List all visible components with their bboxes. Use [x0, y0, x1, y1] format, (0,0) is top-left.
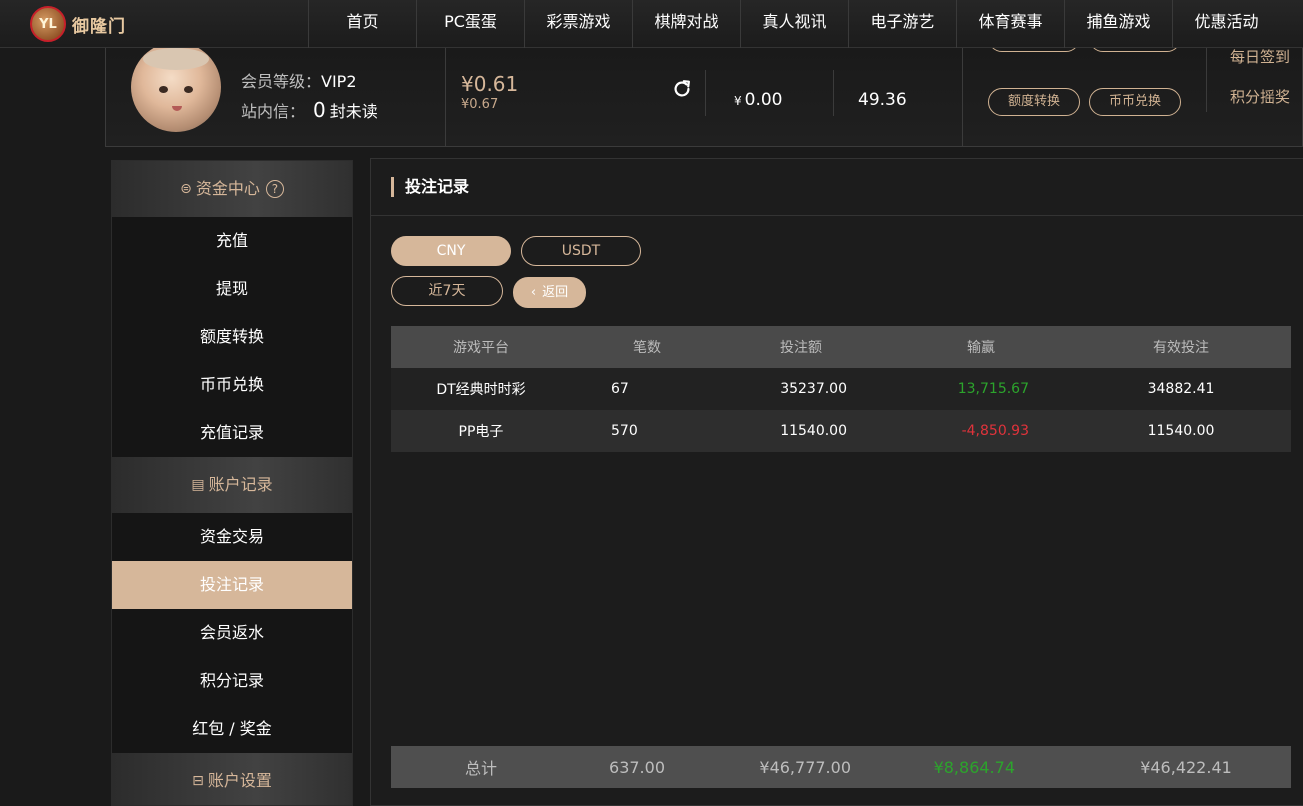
divider [833, 70, 834, 116]
sidebar-item[interactable]: 额度转换 [112, 313, 352, 361]
top-navigation: YL 御隆门 首页 PC蛋蛋 彩票游戏 棋牌对战 真人视讯 电子游艺 体育赛事 捕鱼游戏 优惠活… [0, 0, 1303, 48]
nav-item[interactable]: 电子游艺 [848, 0, 956, 48]
nav-item[interactable]: 捕鱼游戏 [1064, 0, 1172, 48]
sidebar-item[interactable]: 资金交易 [112, 513, 352, 561]
avatar-eye-right [184, 86, 193, 93]
nav-item[interactable]: 真人视讯 [740, 0, 848, 48]
section-account-settings[interactable]: ⊟ 账户设置 [112, 753, 352, 805]
tab-usdt[interactable]: USDT [521, 236, 641, 266]
logo-badge-icon: YL [30, 6, 66, 42]
chevron-left-icon: ‹ [530, 284, 537, 300]
table-totals-row: 总计 637.00 ¥46,777.00 ¥8,864.74 ¥46,422.41 [391, 746, 1291, 788]
totals-cell: 总计 [464, 759, 497, 778]
back-button[interactable]: ‹ 返回 [513, 277, 586, 308]
sidebar-item[interactable]: 提现 [112, 265, 352, 313]
divider [1206, 42, 1207, 112]
divider [962, 32, 963, 146]
help-icon[interactable]: ? [265, 180, 284, 198]
unread-count: 0 [313, 98, 326, 122]
totals-cell: ¥46,422.41 [1140, 757, 1232, 777]
divider [371, 215, 1303, 216]
avatar-mouth [172, 106, 182, 111]
column-header: 游戏平台 [453, 340, 509, 356]
records-menu: 资金交易 投注记录 会员返水 积分记录 红包 / 奖金 [112, 513, 352, 753]
nav-item[interactable]: 优惠活动 [1172, 0, 1280, 48]
table-row: DT经典时时彩 67 35237.00 13,715.67 34882.41 [391, 368, 1291, 410]
logo-text: 御隆门 [72, 16, 126, 37]
date-range-select[interactable]: 近7天 [391, 276, 503, 306]
table-cell: 11540.00 [1147, 423, 1215, 439]
member-level-value: VIP2 [321, 72, 357, 91]
table-cell: -4,850.93 [961, 423, 1029, 439]
stat-currency: ¥ [734, 94, 742, 108]
section-funds-label: 资金中心 [195, 179, 260, 198]
avatar-eye-left [159, 86, 168, 93]
section-records-label: 账户记录 [208, 475, 273, 494]
stat-points: 49.36 [858, 90, 907, 110]
sidebar-item[interactable]: 充值 [112, 217, 352, 265]
sidebar-item[interactable]: 投注记录 [112, 561, 352, 609]
exchange-button[interactable]: 币币兑换 [1089, 88, 1181, 116]
bet-records-table: 游戏平台 笔数 投注额 输赢 有效投注 DT经典时时彩 67 35237.00 13,715.… [391, 326, 1291, 452]
back-label: 返回 [542, 284, 569, 300]
nav-item[interactable]: 体育赛事 [956, 0, 1064, 48]
site-logo[interactable]: YL 御隆门 [30, 3, 130, 45]
column-header: 有效投注 [1153, 340, 1209, 356]
balance-main: ¥0.61 [461, 72, 519, 96]
avatar-hair [143, 48, 209, 70]
stat-value: 0.00 [744, 90, 783, 110]
document-icon: ▤ [191, 477, 205, 493]
inbox-label: 站内信： [241, 102, 306, 121]
totals-cell: ¥8,864.74 [933, 757, 1015, 777]
user-card-icon: ⊟ [192, 773, 204, 789]
column-header: 投注额 [780, 340, 822, 356]
table-body: DT经典时时彩 67 35237.00 13,715.67 34882.41 PP电子 57… [391, 368, 1291, 452]
divider [445, 32, 446, 146]
table-cell: 570 [611, 423, 638, 439]
nav-item[interactable]: 棋牌对战 [632, 0, 740, 48]
member-level-label: 会员等级： [241, 72, 322, 91]
sidebar-item[interactable]: 积分记录 [112, 657, 352, 705]
nav-item[interactable]: 彩票游戏 [524, 0, 632, 48]
inbox-status[interactable]: 站内信： 0 封未读 [241, 98, 378, 122]
totals-cell: 637.00 [609, 757, 665, 777]
nav-item[interactable]: 首页 [308, 0, 416, 48]
user-summary-bar: 会员等级：VIP2 站内信： 0 封未读 ¥0.61 ¥0.67 ¥0.00 4… [105, 24, 1303, 147]
member-level: 会员等级：VIP2 [241, 68, 357, 92]
table-cell: 35237.00 [780, 381, 847, 397]
page-title: 投注记录 [391, 177, 469, 197]
user-avatar[interactable] [131, 42, 221, 132]
transfer-button[interactable]: 额度转换 [988, 88, 1080, 116]
column-header: 输赢 [967, 340, 995, 356]
stat-balance-2: ¥0.00 [734, 90, 783, 110]
coin-icon: ⊜ [180, 181, 192, 197]
totals-cell: ¥46,777.00 [759, 757, 851, 777]
nav-menu: 首页 PC蛋蛋 彩票游戏 棋牌对战 真人视讯 电子游艺 体育赛事 捕鱼游戏 优惠活动 [308, 0, 1280, 48]
unread-suffix: 封未读 [329, 102, 378, 121]
divider [705, 70, 706, 116]
daily-checkin-link[interactable]: 每日签到 [1230, 46, 1290, 67]
refresh-icon[interactable] [671, 78, 693, 100]
bet-records-panel: 投注记录 CNY USDT 近7天 ‹ 返回 游戏平台 笔数 投注额 输赢 有效投注 D… [370, 158, 1303, 806]
section-account-records[interactable]: ▤ 账户记录 [112, 457, 352, 513]
points-lottery-link[interactable]: 积分摇奖 [1230, 86, 1290, 107]
table-cell: 13,715.67 [957, 381, 1029, 397]
funds-menu: 充值 提现 额度转换 币币兑换 充值记录 [112, 217, 352, 457]
account-sidebar: ⊜ 资金中心 ? 充值 提现 额度转换 币币兑换 充值记录 ▤ 账户记录 资金交易 投注记… [111, 160, 353, 806]
sidebar-item[interactable]: 会员返水 [112, 609, 352, 657]
sidebar-item[interactable]: 红包 / 奖金 [112, 705, 352, 753]
tab-cny[interactable]: CNY [391, 236, 511, 266]
table-header: 游戏平台 笔数 投注额 输赢 有效投注 [391, 326, 1291, 368]
section-settings-label: 账户设置 [207, 771, 272, 790]
sidebar-item[interactable]: 充值记录 [112, 409, 352, 457]
table-cell: 11540.00 [780, 423, 847, 439]
table-cell: 34882.41 [1147, 381, 1215, 397]
sidebar-item[interactable]: 币币兑换 [112, 361, 352, 409]
table-cell: DT经典时时彩 [436, 382, 526, 398]
balance-sub: ¥0.67 [461, 97, 499, 112]
nav-item[interactable]: PC蛋蛋 [416, 0, 524, 48]
table-row: PP电子 570 11540.00 -4,850.93 11540.00 [391, 410, 1291, 452]
table-cell: PP电子 [458, 424, 504, 440]
section-funds-center[interactable]: ⊜ 资金中心 ? [112, 161, 352, 217]
